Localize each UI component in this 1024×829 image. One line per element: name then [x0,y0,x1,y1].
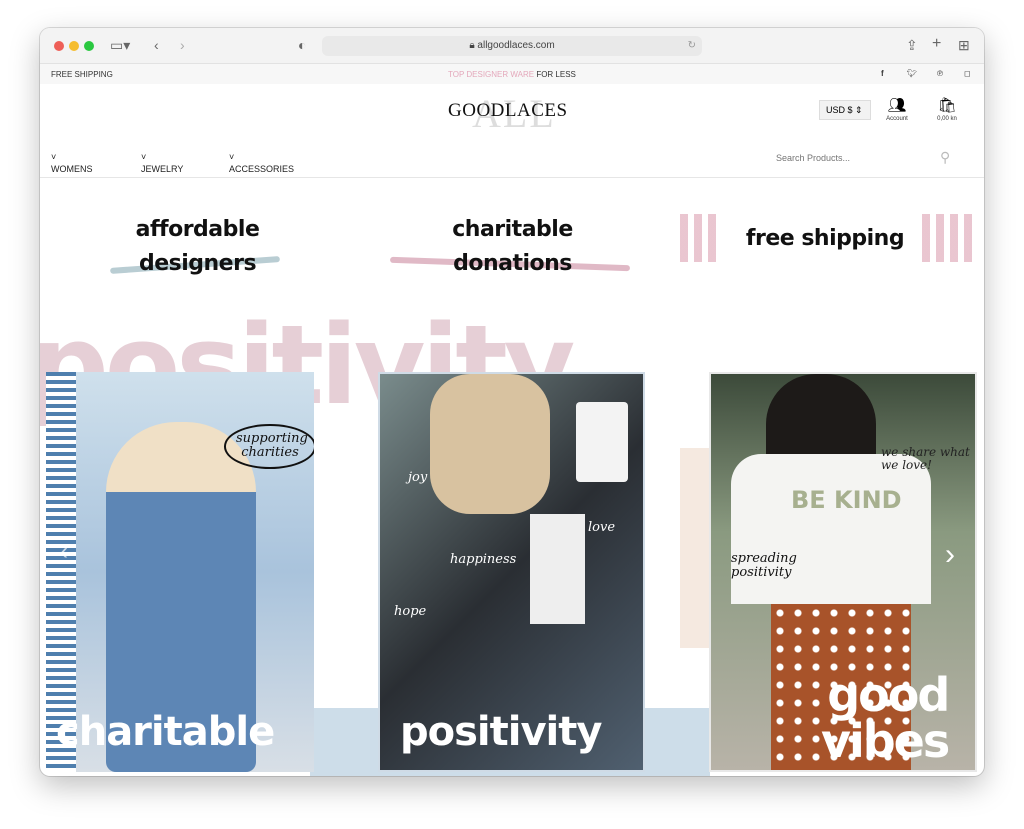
instagram-icon[interactable]: ◻ [964,69,971,78]
account-icon: 👥︎ [887,97,907,114]
minimize-window-button[interactable] [69,41,79,51]
cart-total: 0,00 kn [937,116,957,122]
facebook-icon[interactable]: f [881,69,884,78]
main-nav: WOMENS ˅ JEWELRY ˅ ACCESSORIES ˅ ⚲ [40,140,984,178]
privacy-shield-icon[interactable]: ◐ [298,37,306,53]
new-tab-icon[interactable]: + [932,35,941,53]
tab-overview-icon[interactable]: ⊞ [958,37,970,54]
handwritten-note: happiness [450,552,517,567]
coffee-cup [576,402,628,482]
promo-highlight: TOP DESIGNER WARE [448,70,535,79]
search-input[interactable] [776,147,956,169]
announcement-bar: FREE SHIPPING TOP DESIGNER WARE FOR LESS… [40,64,984,84]
pattern-decoration [922,214,972,262]
shopping-bag-icon: 🛍︎ [937,97,957,114]
handwritten-note: love [588,520,616,535]
close-window-button[interactable] [54,41,64,51]
account-label: Account [886,116,908,122]
forward-icon[interactable]: › [180,37,185,53]
nav-accessories[interactable]: ACCESSORIES ˅ [229,152,294,174]
nav-womens[interactable]: WOMENS ˅ [51,152,93,174]
card-caption: positivity [400,709,602,755]
slider-next-button[interactable]: › [945,538,955,572]
search-icon[interactable]: ⚲ [940,149,950,166]
browser-window: ▭▾ ‹ › ◐ 🔒︎ allgoodlaces.com ↻ ⇪ + ⊞ FREE… [40,28,984,776]
account-button[interactable]: 👥︎ Account [882,96,912,122]
cart-button[interactable]: 🛍︎ 0,00 kn [932,96,962,122]
handwritten-note: joy [408,470,428,485]
handwritten-note: spreading positivity [731,551,797,581]
back-icon[interactable]: ‹ [154,37,159,53]
promo-text: FOR LESS [534,70,576,79]
be-kind-print: BE KIND [791,486,902,514]
url-text: allgoodlaces.com [477,40,555,51]
sidebar-icon[interactable]: ▭▾ [110,37,130,54]
card-caption: charitable [56,709,275,755]
card-caption: vibes [821,714,950,768]
reload-icon[interactable]: ↻ [688,36,696,56]
browser-toolbar: ▭▾ ‹ › ◐ 🔒︎ allgoodlaces.com ↻ ⇪ + ⊞ [40,28,984,64]
address-bar[interactable]: 🔒︎ allgoodlaces.com ↻ [322,36,702,56]
pinterest-icon[interactable]: ℗ [937,69,943,78]
share-icon[interactable]: ⇪ [906,37,918,54]
site-logo[interactable]: GOODLACES [448,100,568,122]
slider-prev-button[interactable]: ‹ [60,538,68,566]
model-photo [731,454,931,604]
handwritten-note: supporting charities [224,424,314,469]
model-photo [430,374,550,514]
twitter-icon[interactable]: 🐦︎ [907,69,917,78]
model-photo [530,514,585,624]
feature-affordable-designers: affordable designers [135,217,260,276]
handwritten-note: hope [394,604,427,619]
hero-card-charitable[interactable]: supporting charities charitable [46,372,314,772]
pattern-decoration [680,214,716,262]
feature-charitable-donations: charitable donations [452,217,573,276]
maximize-window-button[interactable] [84,41,94,51]
card-caption: good [827,668,950,722]
nav-jewelry[interactable]: JEWELRY ˅ [141,152,183,174]
hero-card-good-vibes[interactable]: BE KIND we share what we love! spreading… [709,372,977,772]
handwritten-note: we share what we love! [881,445,970,473]
currency-select[interactable]: USD $ ⇕ [819,100,871,120]
site-header: ALL GOODLACES USD $ ⇕ 👥︎ Account 🛍︎ 0,00… [40,84,984,140]
free-shipping-text: FREE SHIPPING [51,70,113,79]
hero-card-positivity[interactable]: joy happiness love hope positivity [378,372,645,772]
feature-free-shipping: free shipping [745,226,905,251]
